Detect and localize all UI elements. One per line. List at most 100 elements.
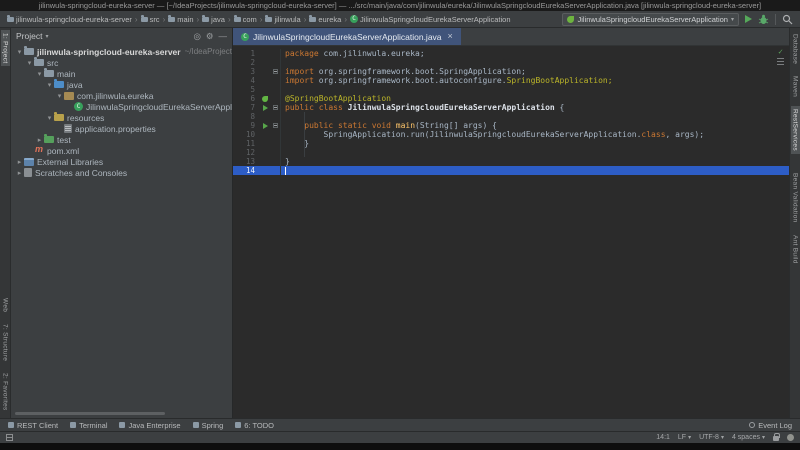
- tree-item-scratches-and-consoles[interactable]: ▸Scratches and Consoles: [11, 167, 232, 178]
- chevron-down-icon[interactable]: ▾: [55, 92, 64, 100]
- run-configuration-select[interactable]: JilinwulaSpringcloudEurekaServerApplicat…: [562, 13, 739, 26]
- toolwindow-button-java-enterprise[interactable]: Java Enterprise: [119, 421, 180, 430]
- tree-item-resources[interactable]: ▾resources: [11, 112, 232, 123]
- code-line-8[interactable]: 8: [233, 112, 789, 121]
- indent-guide: [304, 112, 305, 157]
- breadcrumb-item-java[interactable]: java: [200, 15, 227, 24]
- chevron-down-icon[interactable]: ▾: [35, 70, 44, 78]
- toolwindow-button-1-project[interactable]: 1: Project: [1, 30, 10, 66]
- code-line-9[interactable]: 9 public static void main(String[] args)…: [233, 121, 789, 130]
- toolwindow-button-rest-client[interactable]: REST Client: [8, 421, 58, 430]
- chevron-down-icon[interactable]: ▾: [15, 48, 24, 56]
- tree-item-jilinwula-springcloud-eureka-server[interactable]: ▾jilinwula-springcloud-eureka-server~/Id…: [11, 46, 232, 57]
- chevron-right-icon[interactable]: ▸: [35, 136, 44, 144]
- tree-item-com-jilinwula-eureka[interactable]: ▾com.jilinwula.eureka: [11, 90, 232, 101]
- chevron-right-icon[interactable]: ▸: [15, 169, 24, 177]
- line-ending-selector[interactable]: LF▾: [678, 434, 691, 441]
- tree-item-test[interactable]: ▸ test: [11, 134, 232, 145]
- code-line-10[interactable]: 10 SpringApplication.run(JilinwulaSpring…: [233, 130, 789, 139]
- gutter-spacer: [259, 139, 271, 148]
- toolwindow-button-event-log[interactable]: Event Log: [749, 421, 792, 430]
- token: [285, 121, 304, 130]
- project-tree: ▾jilinwula-springcloud-eureka-server~/Id…: [11, 44, 232, 418]
- toolwindow-icon: [193, 422, 199, 428]
- code-line-2[interactable]: 2: [233, 58, 789, 67]
- code-line-11[interactable]: 11 }: [233, 139, 789, 148]
- right-toolwindow-stripe: Database Maven RestServices Bean Validation…: [789, 28, 800, 418]
- tree-item-java[interactable]: ▾java: [11, 79, 232, 90]
- gutter-spacer: [259, 49, 271, 58]
- code-line-14[interactable]: 14: [233, 166, 789, 175]
- code-line-7[interactable]: 7public class JilinwulaSpringcloudEureka…: [233, 103, 789, 112]
- breadcrumb-item-jilinwula[interactable]: jilinwula: [263, 15, 302, 24]
- locate-file-icon[interactable]: ◎: [193, 31, 200, 42]
- folder-icon: [24, 48, 34, 55]
- fold-marker[interactable]: [271, 103, 280, 112]
- indent-selector[interactable]: 4 spaces▾: [732, 434, 765, 441]
- breadcrumb-item-jilinwulaspringcloudeurekaserverapplication[interactable]: JilinwulaSpringcloudEurekaServerApplicat…: [348, 15, 513, 24]
- tree-item-src[interactable]: ▾src: [11, 57, 232, 68]
- tree-item-label: test: [57, 135, 71, 145]
- folder-icon: [44, 70, 54, 77]
- project-panel-title[interactable]: Project: [16, 31, 42, 41]
- chevron-down-icon[interactable]: ▾: [45, 81, 54, 89]
- breadcrumb-item-eureka[interactable]: eureka: [307, 15, 343, 24]
- breadcrumb-item-main[interactable]: main: [166, 15, 195, 24]
- hide-panel-icon[interactable]: —: [219, 31, 228, 41]
- fold-marker[interactable]: [271, 121, 280, 130]
- breadcrumb-item-com[interactable]: com: [232, 15, 259, 24]
- code-line-5[interactable]: 5: [233, 85, 789, 94]
- inspection-profile-icon[interactable]: [787, 434, 794, 441]
- breadcrumb-item-jilinwula-springcloud-eureka-server[interactable]: jilinwula-springcloud-eureka-server: [5, 15, 134, 24]
- inspection-widget[interactable]: ✓: [777, 48, 784, 65]
- code-line-13[interactable]: 13}: [233, 157, 789, 166]
- chevron-down-icon[interactable]: ▾: [45, 114, 54, 122]
- run-gutter-icon[interactable]: [259, 103, 271, 112]
- spring-gutter-icon[interactable]: [259, 94, 271, 103]
- code-line-3[interactable]: 3import org.springframework.boot.SpringA…: [233, 67, 789, 76]
- lock-icon[interactable]: [773, 436, 779, 441]
- tree-item-external-libraries[interactable]: ▸External Libraries: [11, 156, 232, 167]
- run-gutter-icon[interactable]: [259, 121, 271, 130]
- fold-marker[interactable]: [271, 67, 280, 76]
- toolwindow-switcher-icon[interactable]: [6, 434, 13, 441]
- run-button[interactable]: [745, 15, 752, 23]
- toolwindow-button-maven[interactable]: Maven: [791, 73, 800, 100]
- status-bar-widgets: 14:1 LF▾ UTF-8▾ 4 spaces▾: [656, 434, 794, 441]
- code-line-6[interactable]: 6@SpringBootApplication: [233, 94, 789, 103]
- gear-icon[interactable]: ⚙: [206, 31, 214, 42]
- horizontal-scrollbar[interactable]: [15, 412, 165, 415]
- toolwindow-button-restservices[interactable]: RestServices: [791, 106, 800, 154]
- encoding-selector[interactable]: UTF-8▾: [699, 434, 724, 441]
- toolwindow-button-7-structure[interactable]: 7: Structure: [1, 321, 10, 364]
- toolwindow-button-web[interactable]: Web: [1, 295, 10, 315]
- chevron-down-icon[interactable]: ▾: [45, 33, 48, 40]
- toolwindow-button-6-todo[interactable]: 6: TODO: [235, 421, 274, 430]
- editor[interactable]: 1package com.jilinwula.eureka;23import o…: [233, 46, 789, 418]
- breadcrumb-item-src[interactable]: src: [139, 15, 162, 24]
- toolwindow-button-ant-build[interactable]: Ant Build: [791, 232, 800, 267]
- code-line-4[interactable]: 4import org.springframework.boot.autocon…: [233, 76, 789, 85]
- toolwindow-button-terminal[interactable]: Terminal: [70, 421, 107, 430]
- chevron-right-icon[interactable]: ▸: [15, 158, 24, 166]
- code-line-1[interactable]: 1package com.jilinwula.eureka;: [233, 49, 789, 58]
- gutter-spacer: [259, 130, 271, 139]
- caret-position[interactable]: 14:1: [656, 434, 670, 441]
- toolwindow-button-2-favorites[interactable]: 2: Favorites: [1, 370, 10, 414]
- toolwindow-button-bean-validation[interactable]: Bean Validation: [791, 170, 800, 226]
- folder-icon: [234, 17, 241, 22]
- search-everywhere-button[interactable]: [782, 14, 793, 25]
- tree-item-jilinwulaspringcloudeurekaserverapplication[interactable]: JilinwulaSpringcloudEurekaServerApplicat…: [11, 101, 232, 112]
- main-area: 1: Project Web 7: Structure 2: Favorites P…: [0, 28, 800, 418]
- toolwindow-button-spring[interactable]: Spring: [193, 421, 224, 430]
- close-tab-icon[interactable]: ×: [448, 32, 453, 41]
- tree-item-application-properties[interactable]: application.properties: [11, 123, 232, 134]
- chevron-down-icon[interactable]: ▾: [25, 59, 34, 67]
- code-line-12[interactable]: 12: [233, 148, 789, 157]
- editor-tab[interactable]: JilinwulaSpringcloudEurekaServerApplicat…: [233, 28, 461, 45]
- gutter-spacer: [259, 112, 271, 121]
- tree-item-main[interactable]: ▾main: [11, 68, 232, 79]
- tree-item-pom-xml[interactable]: pom.xml: [11, 145, 232, 156]
- debug-button[interactable]: [758, 14, 769, 25]
- toolwindow-button-database[interactable]: Database: [791, 31, 800, 67]
